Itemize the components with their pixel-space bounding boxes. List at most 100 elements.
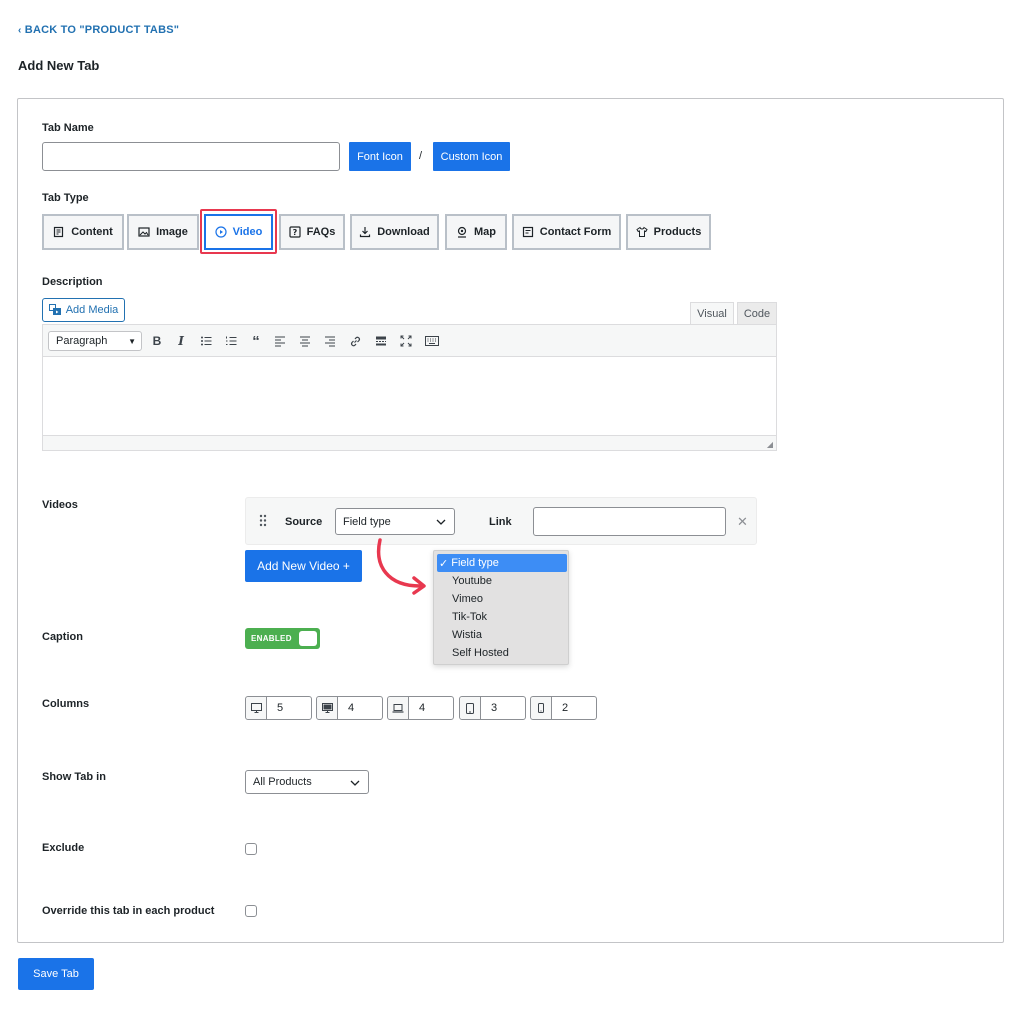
format-select[interactable]: Paragraph ▼ — [48, 331, 142, 351]
chevron-down-icon — [436, 519, 446, 525]
toolbar-toggle-icon[interactable] — [424, 333, 440, 349]
caption-toggle[interactable]: ENABLED — [245, 628, 320, 649]
back-to-product-tabs-link[interactable]: ‹ BACK TO "PRODUCT TABS" — [18, 24, 179, 36]
source-label: Source — [285, 516, 323, 528]
tab-type-label-contact-form: Contact Form — [539, 226, 612, 238]
desktop-icon — [317, 697, 338, 719]
columns-mobile[interactable]: 2 — [530, 696, 597, 720]
bullet-list-icon[interactable] — [198, 333, 214, 349]
shirt-icon — [635, 226, 648, 237]
tab-name-input[interactable] — [42, 142, 340, 171]
map-pin-icon — [457, 226, 467, 238]
align-center-icon[interactable] — [297, 333, 313, 349]
source-dropdown-menu: ✓ Field type Youtube Vimeo Tik-Tok Wisti… — [433, 550, 569, 665]
caret-down-icon: ▼ — [128, 336, 136, 346]
tab-type-map[interactable]: Map — [445, 214, 507, 250]
add-media-button[interactable]: Add Media — [42, 298, 125, 322]
editor-statusbar: ◢ — [43, 435, 776, 450]
description-editor: Paragraph ▼ B I “ ◢ — [42, 324, 777, 451]
drag-handle-icon[interactable] — [259, 514, 267, 530]
numbered-list-icon[interactable] — [223, 333, 239, 349]
exclude-label: Exclude — [42, 842, 85, 854]
override-label: Override this tab in each product — [42, 905, 215, 917]
show-tab-in-select[interactable]: All Products — [245, 770, 369, 794]
tab-type-label-faqs: FAQs — [306, 226, 336, 238]
description-label: Description — [42, 276, 103, 288]
laptop-icon — [388, 697, 409, 719]
large-desktop-icon — [246, 697, 267, 719]
selected-highlight-outline — [200, 209, 277, 254]
italic-icon[interactable]: I — [173, 333, 189, 349]
svg-text:?: ? — [292, 228, 297, 237]
exclude-checkbox[interactable] — [245, 843, 257, 855]
content-icon — [54, 226, 64, 238]
chevron-down-icon — [350, 780, 360, 786]
tab-type-label-products: Products — [653, 226, 702, 238]
page-title: Add New Tab — [18, 58, 100, 73]
show-tab-in-value: All Products — [253, 776, 312, 788]
checkmark-icon: ✓ — [439, 557, 449, 570]
dropdown-option-label: Field type — [451, 557, 499, 569]
tab-type-faqs[interactable]: ? FAQs — [279, 214, 345, 250]
dropdown-option-wistia[interactable]: Wistia — [437, 626, 567, 644]
tab-code[interactable]: Code — [737, 302, 777, 325]
blockquote-icon[interactable]: “ — [248, 333, 264, 350]
dropdown-option-self-hosted[interactable]: Self Hosted — [437, 644, 567, 662]
download-icon — [360, 227, 371, 238]
caption-label: Caption — [42, 631, 83, 643]
dropdown-option-youtube[interactable]: Youtube — [437, 572, 567, 590]
icon-separator: / — [419, 150, 423, 162]
remove-video-icon[interactable]: ✕ — [737, 514, 748, 530]
format-select-value: Paragraph — [56, 335, 108, 347]
link-icon[interactable] — [347, 333, 363, 349]
columns-value: 5 — [277, 702, 284, 714]
dropdown-option-vimeo[interactable]: Vimeo — [437, 590, 567, 608]
tablet-icon — [460, 697, 481, 719]
tab-type-label-content: Content — [71, 226, 113, 238]
mobile-icon — [531, 697, 552, 719]
columns-laptop[interactable]: 4 — [387, 696, 454, 720]
question-icon: ? — [289, 226, 301, 238]
tab-visual[interactable]: Visual — [690, 302, 734, 325]
columns-large-desktop[interactable]: 5 — [245, 696, 312, 720]
tab-type-products[interactable]: Products — [626, 214, 711, 250]
columns-value: 4 — [348, 702, 355, 714]
add-new-video-button[interactable]: Add New Video + — [245, 550, 362, 582]
tab-type-label: Tab Type — [42, 192, 89, 204]
columns-label: Columns — [42, 698, 90, 710]
source-select-value: Field type — [343, 515, 391, 528]
columns-desktop[interactable]: 4 — [316, 696, 383, 720]
align-left-icon[interactable] — [272, 333, 288, 349]
columns-tablet[interactable]: 3 — [459, 696, 526, 720]
read-more-icon[interactable] — [373, 333, 389, 349]
video-item-row: Source Field type Link ✕ — [245, 497, 757, 545]
chevron-left-icon: ‹ — [18, 25, 22, 36]
form-icon — [522, 226, 533, 238]
source-select[interactable]: Field type — [335, 508, 455, 535]
columns-value: 4 — [419, 702, 426, 714]
videos-label: Videos — [42, 499, 78, 511]
tab-name-label: Tab Name — [42, 122, 94, 134]
bold-icon[interactable]: B — [149, 333, 165, 349]
tab-type-label-image: Image — [156, 226, 188, 238]
save-tab-button[interactable]: Save Tab — [18, 958, 94, 990]
tab-type-contact-form[interactable]: Contact Form — [512, 214, 621, 250]
override-checkbox[interactable] — [245, 905, 257, 917]
media-icon — [48, 304, 61, 315]
caption-toggle-text: ENABLED — [251, 634, 292, 643]
tab-type-image[interactable]: Image — [127, 214, 199, 250]
resize-handle-icon[interactable]: ◢ — [767, 440, 773, 449]
tab-type-download[interactable]: Download — [350, 214, 439, 250]
align-right-icon[interactable] — [322, 333, 338, 349]
fullscreen-icon[interactable] — [398, 333, 414, 349]
tab-type-content[interactable]: Content — [42, 214, 124, 250]
custom-icon-button[interactable]: Custom Icon — [433, 142, 510, 171]
link-label: Link — [489, 516, 512, 528]
editor-toolbar: Paragraph ▼ B I “ — [43, 325, 776, 357]
dropdown-option-field-type[interactable]: ✓ Field type — [437, 554, 567, 572]
video-link-input[interactable] — [533, 507, 726, 536]
tab-type-label-map: Map — [474, 226, 496, 238]
dropdown-option-tik-tok[interactable]: Tik-Tok — [437, 608, 567, 626]
font-icon-button[interactable]: Font Icon — [349, 142, 411, 171]
columns-value: 2 — [562, 702, 569, 714]
